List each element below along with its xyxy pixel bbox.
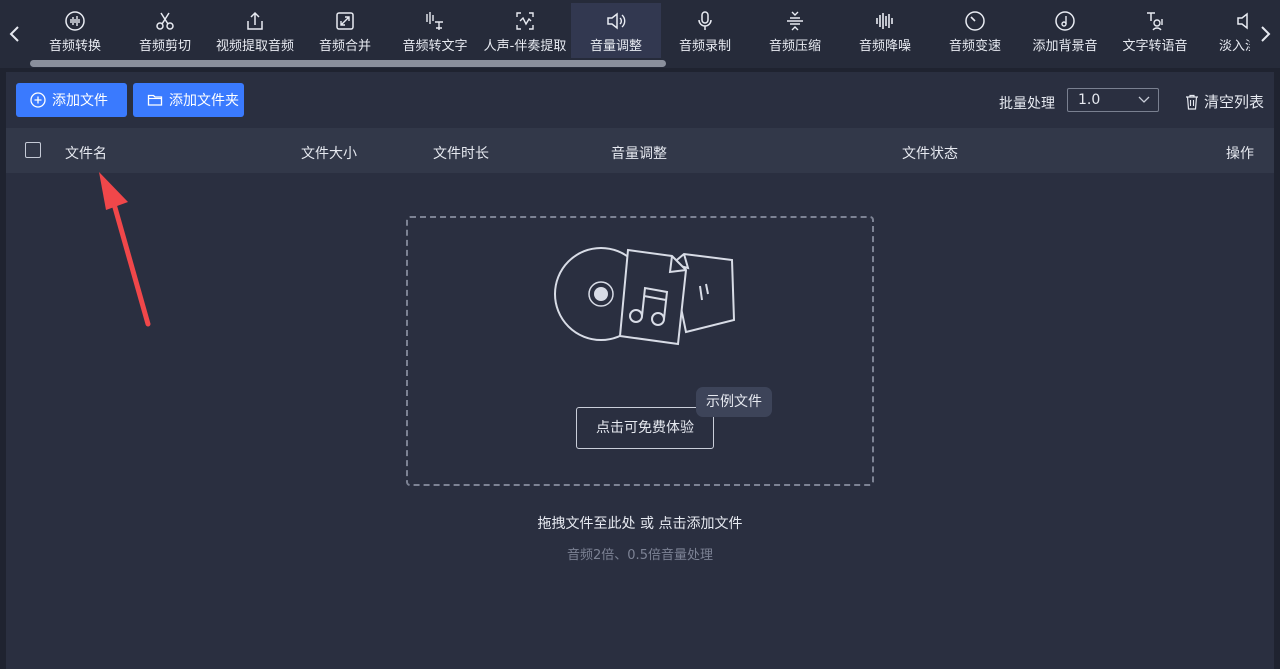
tool-audio-convert[interactable]: 音频转换 xyxy=(30,3,120,58)
tool-fade[interactable]: 淡入淡出 xyxy=(1200,3,1250,58)
tool-volume-adjust[interactable]: 音量调整 xyxy=(571,3,661,58)
tool-audio-compress[interactable]: 音频压缩 xyxy=(750,3,840,58)
column-file-size[interactable]: 文件大小 xyxy=(301,143,357,163)
sample-file-tag[interactable]: 示例文件 xyxy=(696,387,772,417)
column-file-status[interactable]: 文件状态 xyxy=(902,143,958,163)
drop-hint-text: 拖拽文件至此处 或 点击添加文件 xyxy=(537,516,743,532)
scissors-icon xyxy=(156,12,174,30)
tool-vocal-extract[interactable]: 人声-伴奏提取 xyxy=(480,3,570,58)
tool-strip: 音频转换 音频剪切 视频提取音频 音频合并 音频转文字 人声-伴奏提取 音量调整 xyxy=(30,0,1250,60)
tool-audio-record[interactable]: 音频录制 xyxy=(660,3,750,58)
add-folder-label: 添加文件夹 xyxy=(169,93,239,109)
tool-label: 音频变速 xyxy=(948,39,1001,54)
tool-label: 音频剪切 xyxy=(138,39,191,54)
tool-audio-to-text[interactable]: 音频转文字 xyxy=(390,3,480,58)
add-file-button[interactable]: 添加文件 xyxy=(16,83,127,117)
tool-label: 人声-伴奏提取 xyxy=(483,39,567,54)
audio-wave-icon xyxy=(65,11,85,31)
free-trial-button[interactable]: 点击可免费体验 xyxy=(576,407,714,449)
add-file-label: 添加文件 xyxy=(52,93,108,109)
tool-label: 音量调整 xyxy=(589,39,642,54)
audio-files-illustration xyxy=(554,247,736,346)
table-header: 文件名 文件大小 文件时长 音量调整 文件状态 操作 xyxy=(6,128,1274,173)
drop-sub-hint: 音频2倍、0.5倍音量处理 xyxy=(567,548,713,563)
vocal-extract-icon xyxy=(516,12,534,30)
tool-audio-speed[interactable]: 音频变速 xyxy=(930,3,1020,58)
tool-label: 音频录制 xyxy=(678,39,731,54)
tool-label: 音频合并 xyxy=(318,39,371,54)
tool-text-to-speech[interactable]: 文字转语音 xyxy=(1110,3,1200,58)
feature-toolbar: 音频转换 音频剪切 视频提取音频 音频合并 音频转文字 人声-伴奏提取 音量调整 xyxy=(0,0,1280,68)
select-all-checkbox[interactable] xyxy=(25,142,41,158)
tool-label: 添加背景音 xyxy=(1032,39,1098,54)
upload-icon xyxy=(247,11,263,30)
tool-label: 淡入淡出 xyxy=(1218,39,1250,54)
chevron-right-icon xyxy=(1261,26,1271,42)
scroll-right-button[interactable] xyxy=(1250,0,1280,68)
merge-icon xyxy=(336,12,354,30)
tool-label: 音频压缩 xyxy=(768,39,821,54)
folder-icon xyxy=(147,94,163,106)
tool-add-background-music[interactable]: 添加背景音 xyxy=(1020,3,1110,58)
tool-label: 文字转语音 xyxy=(1122,39,1188,54)
speedometer-icon xyxy=(965,11,985,31)
tool-label: 音频转换 xyxy=(48,39,101,54)
tool-label: 音频降噪 xyxy=(858,39,911,54)
speaker-icon xyxy=(607,12,626,30)
column-actions: 操作 xyxy=(1226,146,1254,162)
clear-list-label: 清空列表 xyxy=(1204,93,1265,111)
annotation-arrow-icon xyxy=(99,172,151,327)
tool-audio-cut[interactable]: 音频剪切 xyxy=(120,3,210,58)
drop-zone[interactable]: 点击可免费体验 示例文件 xyxy=(406,216,874,486)
chevron-down-icon xyxy=(1138,96,1150,103)
compress-icon xyxy=(787,11,803,31)
tool-label: 音频转文字 xyxy=(402,39,468,54)
speech-to-text-icon xyxy=(426,12,443,30)
tool-audio-merge[interactable]: 音频合并 xyxy=(300,3,390,58)
file-panel: 添加文件 添加文件夹 批量处理 1.0 清空列表 文件名 文件大小 文件时长 音… xyxy=(6,72,1274,669)
microphone-icon xyxy=(698,11,712,30)
scroll-left-button[interactable] xyxy=(0,0,30,68)
tool-label: 视频提取音频 xyxy=(215,39,294,54)
clear-list-button[interactable]: 清空列表 xyxy=(1185,91,1264,112)
toolbar-scrollbar[interactable] xyxy=(30,58,1250,68)
column-volume-adjust[interactable]: 音量调整 xyxy=(611,143,667,163)
toolbar-scrollbar-thumb[interactable] xyxy=(30,60,666,67)
music-disc-icon xyxy=(1055,11,1075,31)
column-file-duration[interactable]: 文件时长 xyxy=(433,143,489,163)
tool-video-extract-audio[interactable]: 视频提取音频 xyxy=(210,3,300,58)
equalizer-icon xyxy=(876,13,893,29)
fade-icon xyxy=(1237,12,1248,30)
trash-icon xyxy=(1186,94,1198,110)
add-folder-button[interactable]: 添加文件夹 xyxy=(133,83,244,117)
text-to-speech-icon xyxy=(1147,12,1163,31)
column-file-name[interactable]: 文件名 xyxy=(65,143,107,163)
chevron-left-icon xyxy=(9,26,19,42)
batch-value-select[interactable]: 1.0 xyxy=(1067,88,1159,112)
plus-circle-icon xyxy=(30,92,46,108)
batch-process-label: 批量处理 xyxy=(999,96,1055,112)
tool-audio-denoise[interactable]: 音频降噪 xyxy=(840,3,930,58)
batch-value: 1.0 xyxy=(1078,92,1101,108)
